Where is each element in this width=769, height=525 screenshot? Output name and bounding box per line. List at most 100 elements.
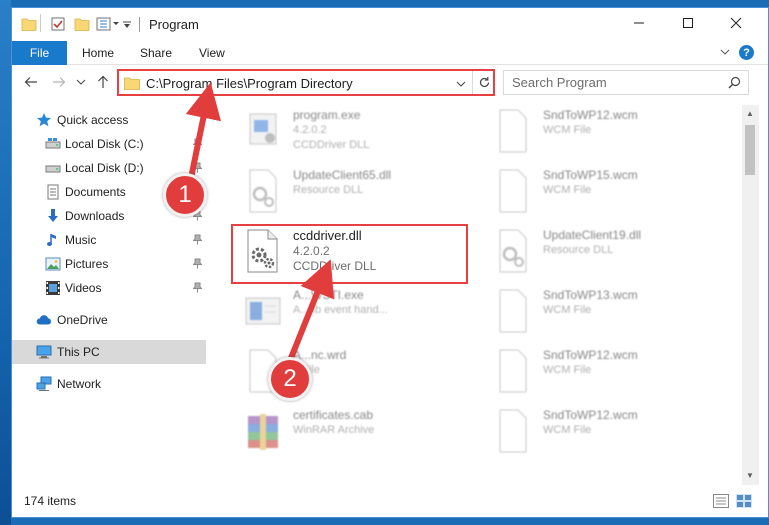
file-name: SndToWP12.wcm <box>543 408 638 422</box>
music-icon <box>45 232 61 248</box>
scroll-thumb[interactable] <box>745 125 755 175</box>
properties-icon[interactable] <box>50 16 66 34</box>
file-item[interactable]: SndToWP15.wcm WCM File <box>482 162 722 220</box>
help-button[interactable]: ? <box>739 45 754 60</box>
pin-icon <box>192 282 203 296</box>
address-bar-highlight <box>117 69 495 96</box>
folder-icon <box>21 16 37 34</box>
up-arrow-icon <box>98 75 108 88</box>
minimize-button[interactable] <box>617 8 661 38</box>
file-list: program.exe 4.2.0.2 CCDDriver DLL Update… <box>218 100 740 484</box>
computer-icon <box>36 344 52 360</box>
tab-file[interactable]: File <box>12 41 67 65</box>
ribbon-tabs: File Home Share View ? <box>12 41 768 65</box>
sidebar-item-label: Videos <box>65 281 102 295</box>
blank-file-icon <box>492 288 534 334</box>
pictures-icon <box>45 256 61 272</box>
download-icon <box>45 208 61 224</box>
pin-icon <box>192 162 203 176</box>
back-button[interactable] <box>22 73 40 91</box>
tiles-view-icon[interactable] <box>736 494 752 508</box>
file-item[interactable]: program.exe 4.2.0.2 CCDDriver DLL <box>232 102 472 160</box>
blank-file-icon <box>492 408 534 454</box>
cloud-icon <box>36 312 52 328</box>
file-item[interactable]: SndToWP13.wcm WCM File <box>482 282 722 340</box>
qa-divider <box>40 14 41 32</box>
maximize-button[interactable] <box>666 8 710 38</box>
pin-icon <box>192 258 203 272</box>
new-folder-icon[interactable] <box>74 16 90 34</box>
file-type: WCM File <box>543 364 592 376</box>
details-view-icon[interactable] <box>713 494 729 508</box>
file-item[interactable]: SndToWP12.wcm WCM File <box>482 402 722 460</box>
file-item[interactable]: UpdateClient19.dll Resource DLL <box>482 222 722 280</box>
file-item[interactable]: certificates.cab WinRAR Archive <box>232 402 472 460</box>
sidebar-item-label: Local Disk (D:) <box>65 161 144 175</box>
star-icon <box>36 112 52 128</box>
exe-icon <box>242 108 284 154</box>
step-1-badge: 1 <box>163 173 207 217</box>
drive-icon <box>45 136 61 152</box>
file-version: 4.2.0.2 <box>293 124 327 136</box>
sidebar-item-this-pc[interactable]: This PC <box>12 340 206 364</box>
file-name: A...WSTI.exe <box>293 288 364 302</box>
sidebar-item-label: Quick access <box>57 113 129 127</box>
tab-home[interactable]: Home <box>82 46 114 60</box>
sidebar-item-label: Local Disk (C:) <box>65 137 144 151</box>
file-item[interactable]: UpdateClient65.dll Resource DLL <box>232 162 472 220</box>
blank-file-icon <box>492 108 534 154</box>
maximize-icon <box>683 18 693 28</box>
close-button[interactable] <box>714 8 758 38</box>
videos-icon <box>45 280 61 296</box>
tab-share[interactable]: Share <box>140 46 172 60</box>
sidebar-item-quick-access[interactable]: Quick access <box>12 108 206 132</box>
step-2-badge: 2 <box>268 357 312 401</box>
window-title: Program <box>149 17 199 32</box>
file-name: UpdateClient65.dll <box>293 168 392 182</box>
search-input[interactable] <box>512 75 712 90</box>
file-item[interactable]: SndToWP12.wcm WCM File <box>482 102 722 160</box>
file-item[interactable]: SndToWP12.wcm WCM File <box>482 342 722 400</box>
sidebar-item-network[interactable]: Network <box>12 372 206 396</box>
up-button[interactable] <box>94 73 112 91</box>
file-name: UpdateClient19.dll <box>543 228 642 242</box>
dll-gear-icon <box>492 228 534 274</box>
forward-button[interactable] <box>50 73 68 91</box>
archive-icon <box>242 408 284 454</box>
file-type: WCM File <box>543 304 592 316</box>
customize-toolbar-icon[interactable] <box>122 19 132 37</box>
file-highlight <box>231 224 468 284</box>
expand-ribbon-icon[interactable] <box>719 46 731 61</box>
sidebar-item-label: Music <box>65 233 97 247</box>
file-type: Resource DLL <box>293 184 364 196</box>
chevron-down-icon <box>76 79 86 85</box>
scroll-up-icon[interactable]: ▲ <box>746 109 754 118</box>
navigation-pane: Quick access Local Disk (C:) Local Disk … <box>12 100 206 482</box>
sidebar-item-music[interactable]: Music <box>12 228 206 252</box>
search-box[interactable] <box>503 70 749 95</box>
file-item[interactable]: A...nc.wrd ...File <box>232 342 472 400</box>
scroll-down-icon[interactable]: ▼ <box>746 471 754 480</box>
sidebar-item-videos[interactable]: Videos <box>12 276 206 300</box>
status-bar: 174 items <box>12 486 768 517</box>
view-options-icon[interactable] <box>96 16 120 34</box>
file-description: A... ib event hand... <box>293 304 388 316</box>
sidebar-item-onedrive[interactable]: OneDrive <box>12 308 206 332</box>
vertical-scrollbar[interactable]: ▲ ▼ <box>742 105 759 485</box>
file-type: WinRAR Archive <box>293 424 375 436</box>
file-type: WCM File <box>543 184 592 196</box>
tab-view[interactable]: View <box>199 46 225 60</box>
blank-file-icon <box>492 168 534 214</box>
title-bar: Program <box>12 8 768 41</box>
recent-locations-button[interactable] <box>72 73 90 91</box>
file-name: SndToWP15.wcm <box>543 168 638 182</box>
pin-icon <box>192 234 203 248</box>
file-item[interactable]: A...WSTI.exe A... ib event hand... <box>232 282 472 340</box>
file-type: WCM File <box>543 424 592 436</box>
sidebar-item-label: Downloads <box>65 209 125 223</box>
file-type: WCM File <box>543 124 592 136</box>
dll-gear-icon <box>242 168 284 214</box>
sidebar-item-pictures[interactable]: Pictures <box>12 252 206 276</box>
file-name: certificates.cab <box>293 408 374 422</box>
sidebar-item-local-disk-c[interactable]: Local Disk (C:) <box>12 132 206 156</box>
